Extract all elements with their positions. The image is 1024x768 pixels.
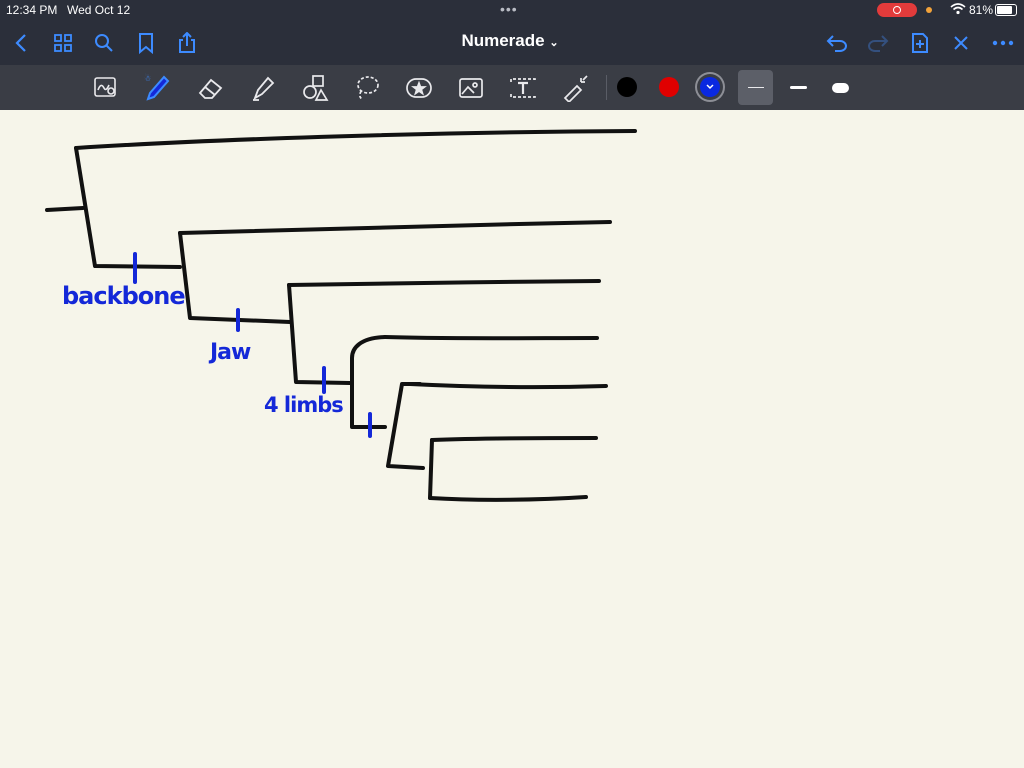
cladogram-node-1 xyxy=(74,146,182,269)
chevron-down-icon: ⌄ xyxy=(549,37,559,49)
close-icon[interactable] xyxy=(948,30,974,56)
annotation-jaw: Jaw xyxy=(210,340,251,365)
cladogram-branch-taxon-5 xyxy=(408,382,608,390)
color-red-swatch[interactable] xyxy=(659,77,679,97)
eraser-icon[interactable] xyxy=(195,72,227,104)
cladogram-node-3 xyxy=(287,283,352,385)
screen-recording-icon[interactable] xyxy=(877,3,917,17)
wifi-icon xyxy=(950,3,966,18)
cladogram-branch-taxon-6 xyxy=(430,436,598,442)
document-title[interactable]: Numerade ⌄ xyxy=(440,31,580,51)
cladogram-branch-taxon-4 xyxy=(383,335,599,341)
stroke-thin-button[interactable] xyxy=(738,70,773,105)
shapes-icon[interactable] xyxy=(299,72,331,104)
battery-percent: 81% xyxy=(969,3,994,17)
cladogram-branch-taxon-1 xyxy=(74,129,637,150)
battery-icon xyxy=(995,4,1017,16)
status-bar: 12:34 PM Wed Oct 12 ••• 81% xyxy=(0,0,1024,20)
highlighter-icon[interactable] xyxy=(247,72,279,104)
pen-icon[interactable]: ☃ xyxy=(142,72,174,104)
chevron-down-icon xyxy=(706,84,714,90)
toolbar-divider xyxy=(606,75,607,100)
lasso-icon[interactable] xyxy=(351,72,383,104)
drawing-toolbar: ☃ xyxy=(0,65,1024,110)
redo-icon[interactable] xyxy=(865,30,891,56)
zoom-pen-icon[interactable] xyxy=(90,72,122,104)
color-blue-swatch[interactable] xyxy=(700,77,720,97)
image-icon[interactable] xyxy=(455,72,487,104)
sticker-icon[interactable] xyxy=(403,72,435,104)
add-page-icon[interactable] xyxy=(907,30,933,56)
cladogram-node-2 xyxy=(178,231,292,324)
status-date: Wed Oct 12 xyxy=(67,3,131,17)
more-icon[interactable] xyxy=(990,30,1016,56)
cladogram-branch-taxon-7 xyxy=(428,495,588,502)
cladogram-branch-taxon-3 xyxy=(287,279,601,287)
cladogram-node-6 xyxy=(428,438,434,500)
multitasking-dots-icon[interactable]: ••• xyxy=(500,1,518,17)
annotation-backbone: backbone xyxy=(62,282,186,310)
svg-text:☃: ☃ xyxy=(144,73,151,83)
bookmark-icon[interactable] xyxy=(133,30,159,56)
annotation-4limbs: 4 limbs xyxy=(264,393,344,417)
cladogram-root-branch xyxy=(45,206,85,212)
cladogram-drawing xyxy=(45,129,637,502)
note-canvas[interactable]: backbone Jaw 4 limbs xyxy=(0,110,1024,768)
color-black-swatch[interactable] xyxy=(617,77,637,97)
cladogram-branch-taxon-2 xyxy=(178,220,612,235)
mic-indicator-icon xyxy=(926,7,932,13)
share-icon[interactable] xyxy=(174,30,200,56)
stroke-medium-button[interactable] xyxy=(781,70,816,105)
cladogram-node-5 xyxy=(386,382,425,470)
document-title-text: Numerade xyxy=(461,31,545,50)
grid-icon[interactable] xyxy=(50,30,76,56)
undo-icon[interactable] xyxy=(824,30,850,56)
search-icon[interactable] xyxy=(91,30,117,56)
text-icon[interactable] xyxy=(507,72,539,104)
nav-bar: Numerade ⌄ xyxy=(0,20,1024,65)
back-icon[interactable] xyxy=(8,30,34,56)
status-time: 12:34 PM xyxy=(6,3,58,17)
laser-icon[interactable] xyxy=(559,72,591,104)
stroke-thick-button[interactable] xyxy=(823,70,858,105)
